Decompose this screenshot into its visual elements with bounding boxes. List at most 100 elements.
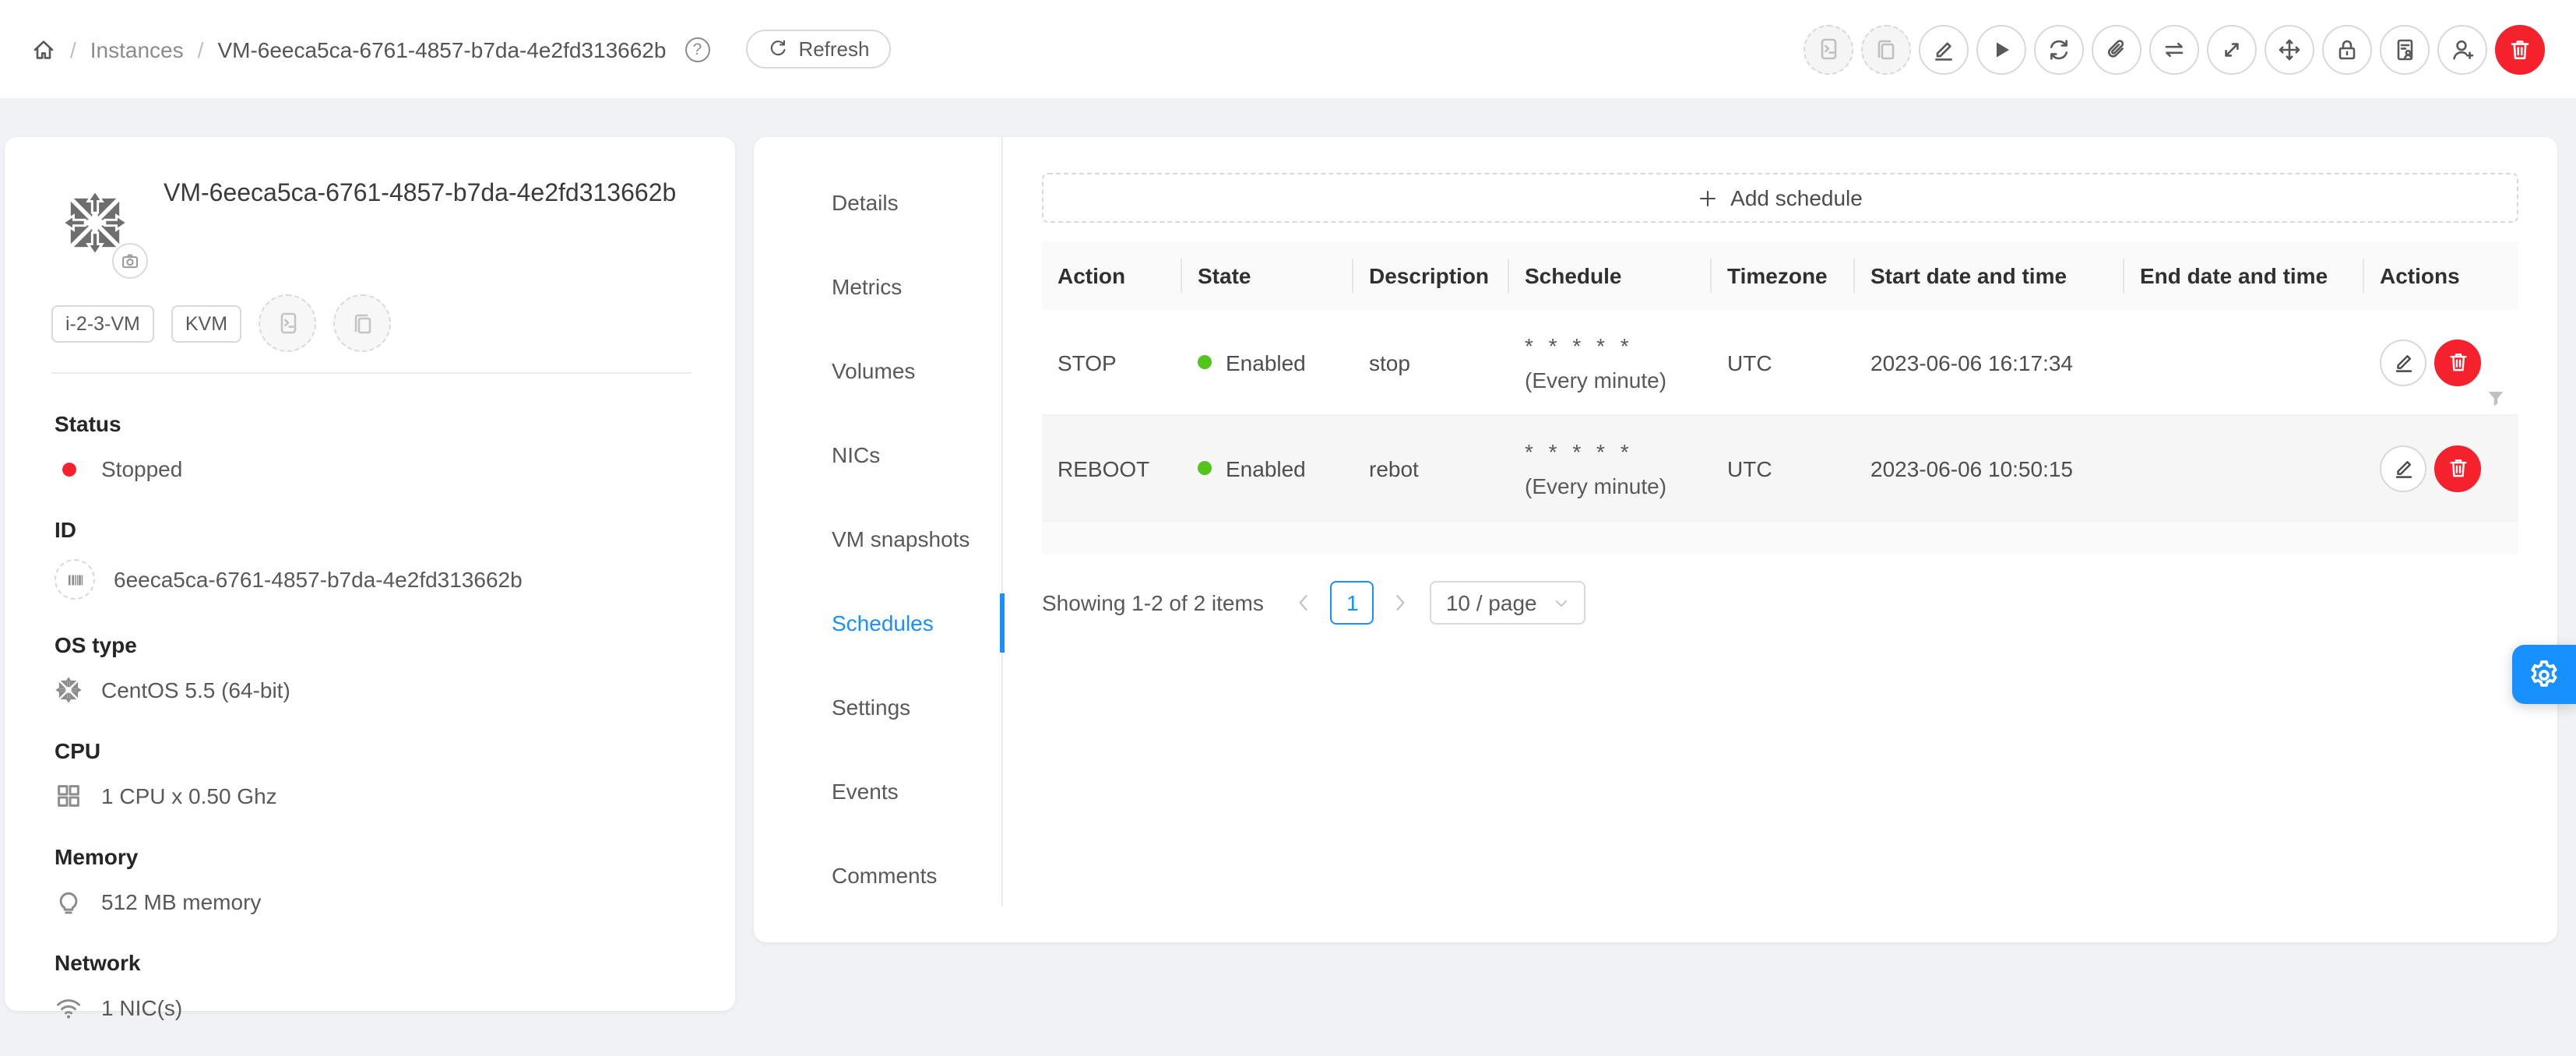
cell-actions <box>2364 326 2518 398</box>
next-page-icon[interactable] <box>1390 592 1412 614</box>
cell-schedule: * * * * * (Every minute) <box>1509 320 1712 404</box>
tab-label: Events <box>832 779 899 804</box>
page-1-button[interactable]: 1 <box>1331 581 1374 625</box>
pencil <box>1931 37 1956 62</box>
os-type-value: CentOS 5.5 (64-bit) <box>55 674 701 706</box>
pencil-icon <box>2391 350 2415 374</box>
reinstall-vm-button[interactable] <box>2034 24 2084 74</box>
cell-description: stop <box>1353 337 1509 387</box>
copy-icon <box>350 311 375 336</box>
change-icon-camera-button[interactable] <box>112 243 148 279</box>
tab-events[interactable]: Events <box>754 749 1001 833</box>
start-vm-button[interactable] <box>1976 24 2026 74</box>
tab-schedules[interactable]: Schedules <box>754 581 1001 665</box>
play <box>1989 37 2014 62</box>
tab-metrics[interactable]: Metrics <box>754 245 1001 329</box>
tab-vm-snapshots[interactable]: VM snapshots <box>754 497 1001 581</box>
move-vm-button[interactable] <box>2265 24 2314 74</box>
cell-schedule: * * * * * (Every minute) <box>1509 426 1712 510</box>
attribute-label: ID <box>55 517 701 542</box>
refresh-button[interactable]: Refresh <box>745 30 891 69</box>
home-icon[interactable] <box>31 37 56 62</box>
column-header[interactable]: End date and time <box>2124 241 2364 310</box>
tab-details[interactable]: Details <box>754 160 1001 245</box>
tab-label: Details <box>832 190 899 215</box>
copy-button[interactable] <box>1861 24 1911 74</box>
column-header[interactable]: State <box>1182 241 1353 310</box>
cell-description: rebot <box>1353 443 1509 493</box>
migrate-vm-button[interactable] <box>2207 24 2257 74</box>
cell-timezone: UTC <box>1712 443 1855 493</box>
scale-vm-button[interactable] <box>2149 24 2199 74</box>
edit-schedule-button[interactable] <box>2380 339 2426 385</box>
reset-password-button[interactable] <box>2322 24 2372 74</box>
column-header[interactable]: Start date and time <box>1855 241 2124 310</box>
assign-vm-button[interactable] <box>2380 24 2430 74</box>
app: / Instances / VM-6eeca5ca-6761-4857-b7da… <box>0 0 2576 1010</box>
chevron-down-icon <box>1553 594 1570 611</box>
add-user-button[interactable] <box>2437 24 2487 74</box>
theme-settings-button[interactable] <box>2512 645 2576 704</box>
destroy-vm-button[interactable] <box>2495 24 2545 74</box>
tab-nics[interactable]: NICs <box>754 413 1001 497</box>
attribute-section: Memory 512 MB memory <box>55 844 701 917</box>
add-schedule-button[interactable]: Add schedule <box>1042 173 2518 223</box>
console <box>1816 37 1841 62</box>
attribute-label: OS type <box>55 632 701 657</box>
tab-label: Volumes <box>832 358 915 383</box>
console-icon <box>275 311 300 336</box>
assign <box>2392 37 2417 62</box>
attribute-value: 1 NIC(s) <box>101 993 182 1023</box>
breadcrumb-separator: / <box>198 37 204 62</box>
column-header[interactable]: Schedule <box>1509 241 1712 310</box>
help-icon[interactable]: ? <box>684 37 709 62</box>
edit-schedule-button[interactable] <box>2380 445 2426 491</box>
column-header[interactable]: Description <box>1353 241 1509 310</box>
page-size-select[interactable]: 10 / page <box>1431 581 1585 625</box>
sync <box>2046 37 2071 62</box>
cpu-value: 1 CPU x 0.50 Ghz <box>55 780 701 811</box>
gear-icon <box>2528 658 2560 691</box>
paperclip <box>2104 37 2129 62</box>
attribute-section: Network 1 NIC(s) <box>55 950 701 1023</box>
tab-comments[interactable]: Comments <box>754 833 1001 917</box>
cell-start: 2023-06-06 16:17:34 <box>1855 337 2124 387</box>
attribute-icon <box>55 888 83 916</box>
console-button[interactable] <box>1804 24 1853 74</box>
memory-value: 512 MB memory <box>55 886 701 917</box>
attribute-label: CPU <box>55 738 701 763</box>
breadcrumb-instances[interactable]: Instances <box>90 37 184 62</box>
edit-button[interactable] <box>1919 24 1969 74</box>
copy-mini-button <box>333 294 391 352</box>
cell-timezone: UTC <box>1712 337 1855 387</box>
tab-settings[interactable]: Settings <box>754 665 1001 749</box>
attribute-section: ID 6eeca5ca-6761-4857-b7da-4e2fd313662b <box>55 517 701 600</box>
vm-name-tag: i-2-3-VM <box>51 304 154 342</box>
table-header: Action State Description Schedule <box>1042 241 2518 310</box>
tab-volumes[interactable]: Volumes <box>754 329 1001 413</box>
useradd <box>2450 37 2475 62</box>
reload-icon <box>767 39 787 59</box>
delete-schedule-button[interactable] <box>2434 339 2481 385</box>
pagination-summary: Showing 1-2 of 2 items <box>1042 590 1264 615</box>
tab-label: Settings <box>832 695 910 720</box>
cell-state: Enabled <box>1182 443 1353 493</box>
column-header[interactable]: Timezone <box>1712 241 1855 310</box>
prev-page-icon[interactable] <box>1293 592 1315 614</box>
attribute-value: CentOS 5.5 (64-bit) <box>101 675 290 705</box>
attribute-label: Status <box>55 411 701 436</box>
detail-tabs: Details Metrics Volumes NICs VM snapshot… <box>754 137 1003 906</box>
table-row: STOP Enabled stop * * * * * (Every minut… <box>1042 310 2518 416</box>
attach-iso-button[interactable] <box>2092 24 2141 74</box>
attribute-value: 1 CPU x 0.50 Ghz <box>101 781 277 811</box>
attribute-value: 512 MB memory <box>101 887 261 917</box>
cell-state: Enabled <box>1182 337 1353 387</box>
column-header[interactable]: Action <box>1042 241 1182 310</box>
column-header[interactable]: Actions <box>2364 241 2518 310</box>
attribute-section: OS type CentOS 5.5 (64-bit) <box>55 632 701 706</box>
state-dot <box>1198 355 1212 369</box>
status-value: Stopped <box>55 453 701 484</box>
attribute-section: CPU 1 CPU x 0.50 Ghz <box>55 738 701 811</box>
delete-schedule-button[interactable] <box>2434 445 2481 491</box>
filter-icon[interactable] <box>2486 389 2506 409</box>
